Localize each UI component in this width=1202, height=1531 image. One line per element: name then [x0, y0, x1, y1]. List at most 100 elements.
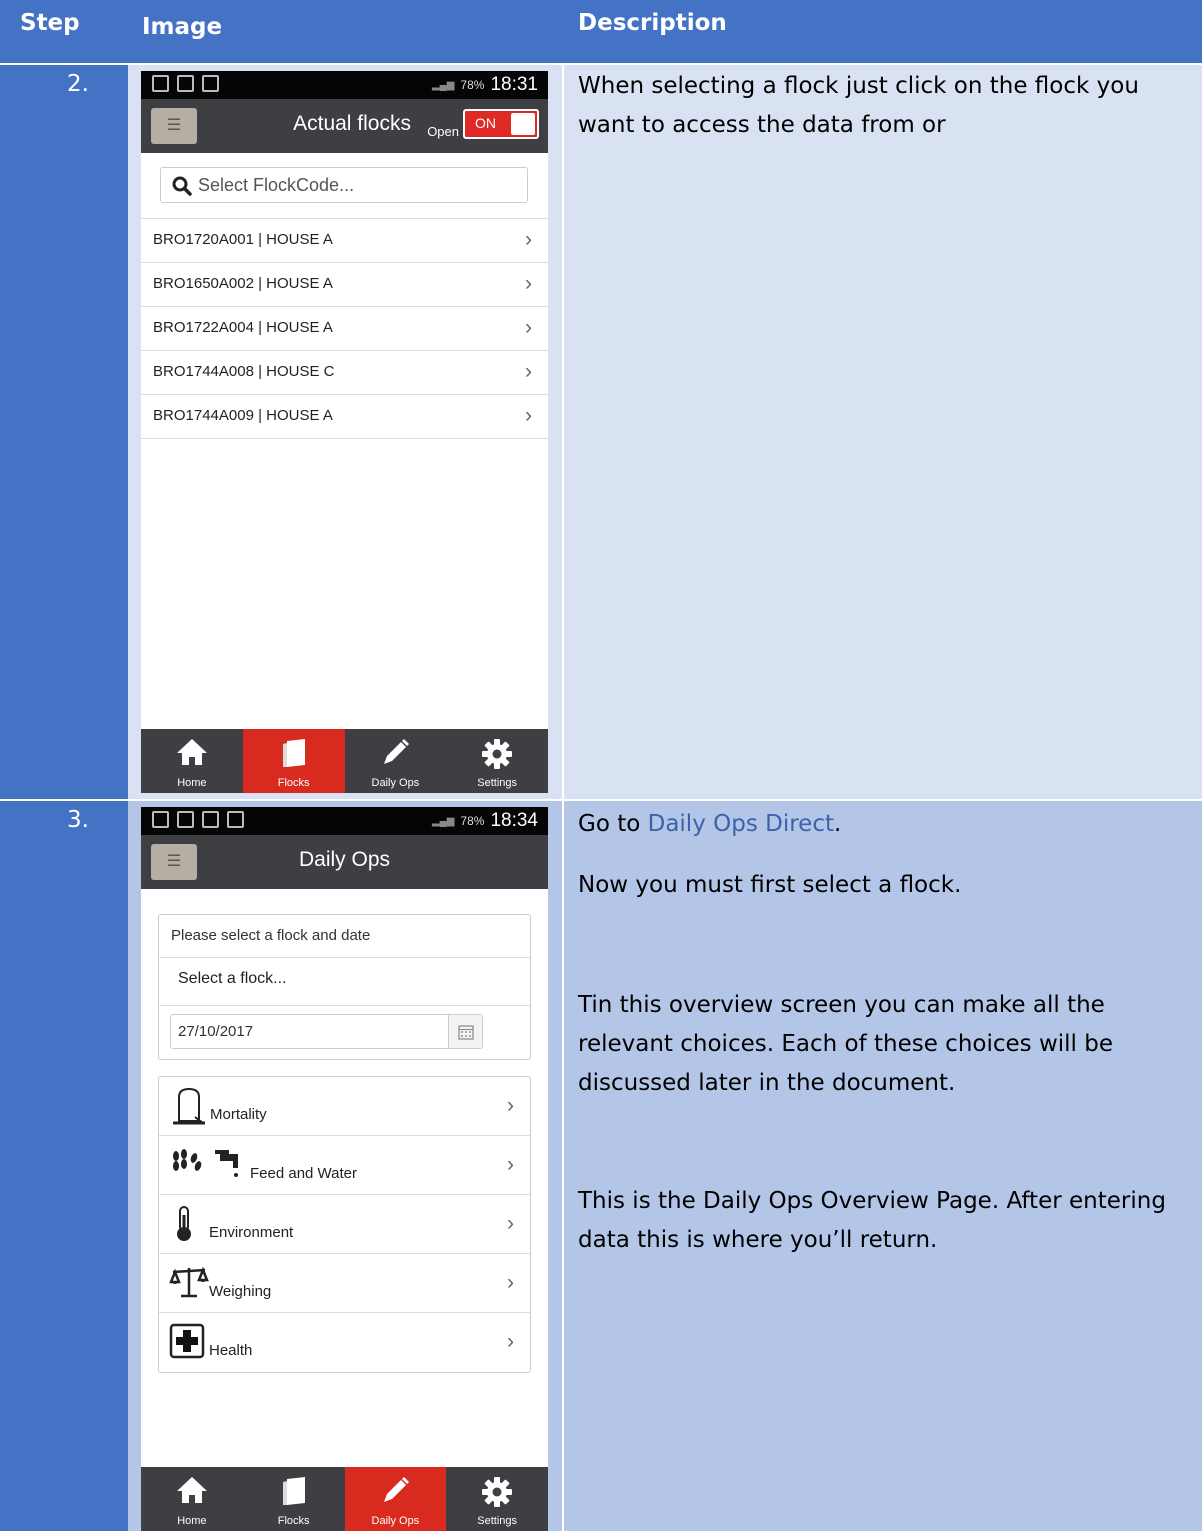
notification-icon — [177, 811, 194, 828]
step-cell: 2. — [0, 65, 128, 799]
tab-label: Settings — [477, 777, 517, 789]
search-placeholder: Select FlockCode... — [198, 175, 355, 195]
clock: 18:34 — [490, 810, 538, 831]
search-input[interactable]: Select FlockCode... — [160, 167, 528, 203]
table-row: 2. ▂▄▆ 78% 18:31 ☰ Actual flocks Open ON… — [0, 65, 1202, 799]
chevron-right-icon: › — [525, 228, 532, 251]
chevron-right-icon: › — [525, 316, 532, 339]
menu-label: Mortality — [210, 1106, 267, 1123]
gear-icon — [482, 1477, 513, 1507]
menu-item-environment[interactable]: Environment › — [159, 1195, 530, 1254]
chevron-right-icon: › — [525, 360, 532, 383]
chevron-right-icon: › — [507, 1330, 514, 1353]
flock-item[interactable]: BRO1744A008 | HOUSE C › — [141, 351, 548, 395]
tab-daily-ops[interactable]: Daily Ops — [345, 729, 447, 793]
signal-icon: ▂▄▆ — [431, 79, 455, 91]
menu-item-mortality[interactable]: Mortality › — [159, 1077, 530, 1136]
flock-code: BRO1650A002 | HOUSE A — [153, 275, 333, 292]
select-prompt: Please select a flock and date — [171, 927, 371, 944]
search-area: Select FlockCode... — [141, 153, 548, 219]
tab-settings[interactable]: Settings — [446, 729, 548, 793]
phone-screenshot: ▂▄▆ 78% 18:34 ☰ Daily Ops Please select … — [141, 807, 548, 1531]
status-bar: ▂▄▆ 78% 18:31 — [141, 71, 548, 99]
date-field[interactable]: 27/10/2017 — [170, 1014, 483, 1049]
notification-icon — [177, 75, 194, 92]
menu-label: Health — [209, 1342, 253, 1359]
calendar-icon — [458, 1025, 474, 1040]
page-title: Daily Ops — [298, 848, 391, 871]
open-toggle[interactable]: ON — [463, 109, 539, 139]
bottom-tab-bar: Home Flocks Daily Ops Settings — [141, 1467, 548, 1531]
bottom-tab-bar: Home Flocks Daily Ops Settings — [141, 729, 548, 793]
step-number: 3. — [67, 807, 89, 833]
menu-label: Feed and Water — [250, 1165, 357, 1182]
chevron-right-icon: › — [507, 1212, 514, 1235]
tab-label: Home — [177, 777, 207, 789]
flock-date-card: Please select a flock and date Select a … — [158, 914, 531, 1060]
description-text: This is the Daily Ops Overview Page. Aft… — [578, 1188, 1166, 1253]
calendar-button[interactable] — [448, 1015, 482, 1048]
notification-icon — [202, 75, 219, 92]
daily-ops-direct-link[interactable]: Daily Ops Direct — [648, 811, 834, 837]
toggle-knob — [511, 113, 535, 135]
flock-item[interactable]: BRO1720A001 | HOUSE A › — [141, 219, 548, 263]
image-cell: ▂▄▆ 78% 18:34 ☰ Daily Ops Please select … — [128, 801, 562, 1531]
menu-label: Weighing — [209, 1283, 272, 1300]
tab-home[interactable]: Home — [141, 1467, 243, 1531]
image-cell: ▂▄▆ 78% 18:31 ☰ Actual flocks Open ON Se… — [128, 65, 562, 799]
health-cross-icon — [169, 1323, 205, 1359]
description-text: Now you must first select a flock. — [578, 872, 962, 898]
flock-select[interactable]: Select a flock... — [178, 970, 287, 988]
flock-item[interactable]: BRO1650A002 | HOUSE A › — [141, 263, 548, 307]
tab-label: Home — [177, 1515, 207, 1527]
tab-flocks[interactable]: Flocks — [243, 1467, 345, 1531]
battery-level: 78% — [460, 814, 485, 828]
feed-water-icon — [173, 1149, 238, 1177]
chevron-right-icon: › — [507, 1153, 514, 1176]
menu-item-weighing[interactable]: Weighing › — [159, 1254, 530, 1313]
date-value: 27/10/2017 — [178, 1023, 254, 1040]
menu-button[interactable]: ☰ — [151, 108, 197, 144]
step-cell: 3. — [0, 801, 128, 1531]
flock-code: BRO1744A009 | HOUSE A — [153, 407, 333, 424]
daily-ops-menu: Mortality › Feed and Water › Environment… — [158, 1076, 531, 1373]
tab-label: Daily Ops — [371, 777, 420, 789]
flock-item[interactable]: BRO1744A009 | HOUSE A › — [141, 395, 548, 439]
open-label: Open — [427, 124, 459, 139]
pencil-icon — [384, 739, 410, 764]
table-row: 3. ▂▄▆ 78% 18:34 ☰ Daily Ops Please sele… — [0, 801, 1202, 1531]
tombstone-icon — [173, 1087, 205, 1125]
header-image: Image — [142, 14, 223, 40]
menu-item-feed-water[interactable]: Feed and Water › — [159, 1136, 530, 1195]
tab-settings[interactable]: Settings — [446, 1467, 548, 1531]
tab-daily-ops[interactable]: Daily Ops — [344, 1467, 447, 1531]
tab-label: Flocks — [277, 777, 310, 789]
header-step: Step — [20, 10, 80, 36]
home-icon — [176, 739, 207, 765]
flock-code: BRO1744A008 | HOUSE C — [153, 363, 335, 380]
page-title: Actual flocks — [293, 112, 411, 135]
search-icon — [172, 176, 192, 196]
tab-flocks[interactable]: Flocks — [242, 729, 345, 793]
description-text: When selecting a flock just click on the… — [578, 73, 1139, 138]
tab-home[interactable]: Home — [141, 729, 243, 793]
tab-label: Settings — [477, 1515, 517, 1527]
chevron-right-icon: › — [507, 1271, 514, 1294]
home-icon — [176, 1477, 207, 1503]
flock-code: BRO1720A001 | HOUSE A — [153, 231, 333, 248]
description-line: Go to Daily Ops Direct. — [578, 805, 1193, 844]
flock-list: BRO1720A001 | HOUSE A › BRO1650A002 | HOU… — [141, 219, 548, 439]
menu-label: Environment — [209, 1224, 294, 1241]
app-bar: ☰ Daily Ops — [141, 835, 548, 889]
app-bar: ☰ Actual flocks Open ON — [141, 99, 548, 153]
header-description: Description — [578, 10, 727, 36]
flock-item[interactable]: BRO1722A004 | HOUSE A › — [141, 307, 548, 351]
step-number: 2. — [67, 71, 89, 97]
battery-level: 78% — [460, 78, 485, 92]
phone-screenshot: ▂▄▆ 78% 18:31 ☰ Actual flocks Open ON Se… — [141, 71, 548, 793]
chevron-right-icon: › — [525, 404, 532, 427]
menu-item-health[interactable]: Health › — [159, 1313, 530, 1372]
signal-icon: ▂▄▆ — [431, 815, 455, 827]
toggle-label: ON — [475, 115, 496, 131]
description-text: Tin this overview screen you can make al… — [578, 992, 1113, 1096]
